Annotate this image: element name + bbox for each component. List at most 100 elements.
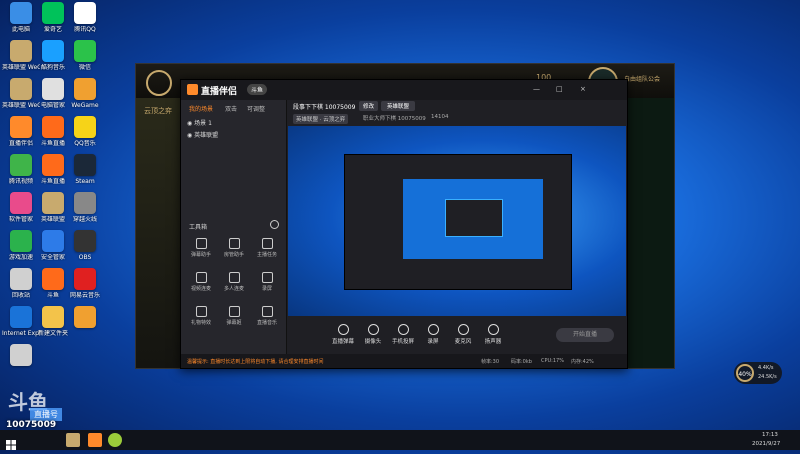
control-button[interactable]: 录屏 bbox=[420, 324, 446, 345]
desktop-icon[interactable]: 穿越火线 bbox=[66, 192, 104, 223]
control-icon bbox=[487, 324, 499, 335]
app-icon bbox=[10, 268, 32, 290]
tool-icon bbox=[261, 272, 273, 283]
app-logo-badge: 斗鱼 bbox=[247, 84, 268, 95]
app-icon bbox=[74, 40, 96, 62]
start-live-button[interactable]: 开始直播 bbox=[556, 328, 614, 342]
clock-date[interactable]: 2021/9/27 bbox=[752, 441, 780, 447]
windows-logo-icon bbox=[6, 440, 16, 450]
tool-item[interactable]: 录屏 bbox=[251, 272, 283, 292]
control-button[interactable]: 扬声器 bbox=[480, 324, 506, 345]
status-bar: 温馨提示: 直播时长达到上限将自动下播, 请合理安排直播时间 帧率:30 码率:… bbox=[181, 354, 627, 368]
tool-label: 录屏 bbox=[261, 286, 272, 292]
desktop-icon[interactable]: 网易云音乐 bbox=[66, 268, 104, 299]
tab-my-scenes[interactable]: 我的场景 bbox=[189, 104, 213, 113]
tool-item[interactable]: 主播任务 bbox=[251, 238, 283, 258]
status-bitrate: 码率:0kb bbox=[511, 359, 532, 365]
control-button[interactable]: 麦克风 bbox=[450, 324, 476, 345]
live-streaming-app: 直播伴侣 斗鱼 — □ × 我的场景 双击 可调整 ◉ 场景 1 ◉ 英雄联盟 … bbox=[180, 79, 628, 369]
app-icon bbox=[74, 116, 96, 138]
tab-adjustable[interactable]: 可调整 bbox=[247, 104, 265, 113]
desktop-icon[interactable]: Steam bbox=[66, 154, 104, 185]
control-button[interactable]: 手机投屏 bbox=[390, 324, 416, 345]
tool-item[interactable]: 礼物特效 bbox=[185, 306, 217, 326]
clock-time[interactable]: 17:13 bbox=[762, 432, 778, 438]
scene-item[interactable]: ◉ 场景 1 bbox=[187, 118, 212, 127]
desktop-icon[interactable]: WeGame bbox=[66, 78, 104, 109]
taskbar-league-icon[interactable] bbox=[66, 433, 80, 447]
control-icon bbox=[427, 324, 439, 335]
tool-label: 礼物特效 bbox=[190, 320, 211, 326]
app-icon bbox=[74, 230, 96, 252]
desktop-icon[interactable]: 腾讯QQ bbox=[66, 2, 104, 33]
control-icon bbox=[337, 324, 349, 335]
stream-preview[interactable] bbox=[288, 126, 626, 316]
desktop-icon-label: OBS bbox=[78, 254, 92, 261]
tool-icon bbox=[228, 272, 240, 283]
desktop-icon[interactable] bbox=[66, 306, 104, 330]
start-button[interactable] bbox=[6, 435, 16, 450]
more-icon[interactable] bbox=[270, 220, 279, 229]
game-mode-title: 云顶之弈 bbox=[144, 107, 172, 115]
desktop-icon-label: QQ音乐 bbox=[74, 140, 96, 147]
app-icon bbox=[74, 78, 96, 100]
tool-item[interactable]: 多人连麦 bbox=[218, 272, 250, 292]
app-icon bbox=[10, 40, 32, 62]
room-id: 10075009 bbox=[6, 420, 57, 430]
tool-item[interactable]: 弹幕姬 bbox=[218, 306, 250, 326]
nested-preview-deep bbox=[445, 199, 503, 237]
app-icon bbox=[10, 230, 32, 252]
tool-label: 直播音乐 bbox=[256, 320, 277, 326]
status-fps: 帧率:30 bbox=[481, 359, 500, 365]
desktop-icon-label: Steam bbox=[75, 178, 95, 185]
app-icon bbox=[42, 230, 64, 252]
tool-item[interactable]: 弹幕助手 bbox=[185, 238, 217, 258]
app-icon bbox=[42, 78, 64, 100]
tool-item[interactable]: 直播音乐 bbox=[251, 306, 283, 326]
edit-title-button[interactable]: 修改 bbox=[359, 101, 379, 111]
tool-icon bbox=[261, 238, 273, 249]
tool-item[interactable]: 视频连麦 bbox=[185, 272, 217, 292]
control-label: 摄像头 bbox=[364, 339, 382, 345]
tag-room: 职业大师下棋 10075009 bbox=[363, 116, 426, 122]
control-label: 直播弹幕 bbox=[331, 339, 354, 345]
status-mem: 内存:42% bbox=[571, 359, 594, 365]
app-icon bbox=[42, 192, 64, 214]
download-speed: 24.5K/s bbox=[758, 374, 777, 380]
game-social-panel bbox=[626, 98, 674, 368]
app-icon bbox=[10, 116, 32, 138]
tool-item[interactable]: 房管助手 bbox=[218, 238, 250, 258]
tool-label: 弹幕助手 bbox=[190, 252, 211, 258]
eye-icon[interactable]: ◉ bbox=[187, 132, 192, 139]
tab-double-click[interactable]: 双击 bbox=[225, 104, 237, 113]
tool-icon bbox=[195, 306, 207, 317]
app-icon bbox=[74, 154, 96, 176]
desktop-icon[interactable]: 微信 bbox=[66, 40, 104, 71]
network-speed-widget[interactable]: 40% 4.4K/s 24.5K/s bbox=[734, 362, 782, 384]
taskbar-streamer-icon[interactable] bbox=[88, 433, 102, 447]
desktop-icon-label: 腾讯QQ bbox=[74, 26, 96, 33]
desktop-icon[interactable]: OBS bbox=[66, 230, 104, 261]
control-icon bbox=[397, 324, 409, 335]
tool-label: 视频连麦 bbox=[190, 286, 211, 292]
app-icon bbox=[42, 268, 64, 290]
desktop-icon[interactable] bbox=[2, 344, 40, 368]
app-icon bbox=[74, 192, 96, 214]
control-button[interactable]: 直播弹幕 bbox=[330, 324, 356, 345]
app-icon bbox=[42, 116, 64, 138]
desktop-icon[interactable]: QQ音乐 bbox=[66, 116, 104, 147]
toolbox-title: 工具箱 bbox=[189, 224, 208, 231]
app-logo-text: 直播伴侣 bbox=[201, 87, 238, 97]
tool-icon bbox=[195, 238, 207, 249]
category-select[interactable]: 英雄联盟 bbox=[381, 101, 416, 111]
control-button[interactable]: 摄像头 bbox=[360, 324, 386, 345]
tag-game[interactable]: 英雄联盟 · 云顶之弈 bbox=[293, 114, 349, 124]
eye-icon[interactable]: ◉ bbox=[187, 120, 192, 127]
game-left-panel: 云顶之弈 bbox=[136, 98, 184, 368]
desktop-icon-label: 穿越火线 bbox=[72, 216, 97, 223]
fans-count: 14104 bbox=[431, 114, 449, 120]
scene-item[interactable]: ◉ 英雄联盟 bbox=[187, 130, 218, 139]
taskbar-app-icon[interactable] bbox=[108, 433, 122, 447]
control-label: 录屏 bbox=[427, 339, 439, 345]
tool-label: 多人连麦 bbox=[223, 286, 244, 292]
